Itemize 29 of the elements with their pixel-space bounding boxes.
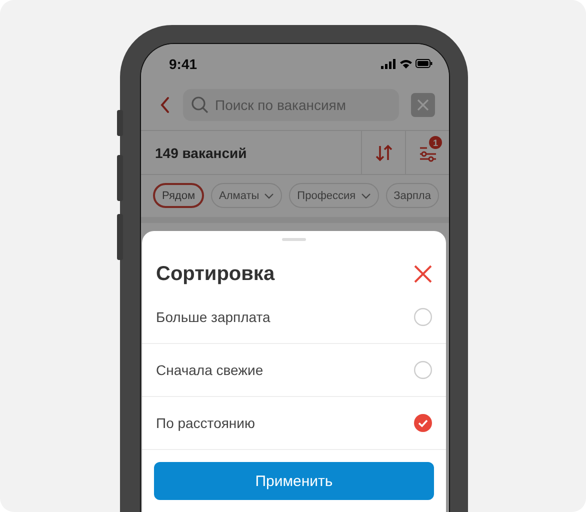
status-icons — [381, 58, 433, 70]
radio-checked[interactable] — [414, 414, 432, 432]
option-label: Сначала свежие — [156, 362, 264, 378]
filter-chip[interactable]: Алматы — [211, 183, 282, 208]
radio-button[interactable] — [414, 361, 432, 379]
vacancy-count: 149 вакансий — [155, 144, 248, 160]
option-label: По расстоянию — [156, 415, 255, 431]
sort-option[interactable]: Сначала свежие — [142, 344, 446, 397]
close-icon[interactable] — [414, 265, 432, 283]
drag-handle[interactable] — [282, 238, 306, 241]
sheet-title: Сортировка — [156, 262, 275, 286]
filter-chip[interactable]: Рядом — [153, 183, 204, 208]
filter-chip[interactable]: Профессия — [289, 183, 379, 208]
radio-button[interactable] — [414, 308, 432, 326]
filter-chip[interactable]: Зарпла — [386, 183, 439, 208]
close-icon — [416, 98, 430, 112]
filter-count-badge: 1 — [429, 136, 442, 149]
sort-icon — [374, 144, 392, 162]
search-field[interactable]: Поиск по вакансиям — [183, 89, 399, 121]
back-icon[interactable] — [159, 96, 171, 114]
sort-option[interactable]: Больше зарплата — [142, 291, 446, 344]
option-label: Больше зарплата — [156, 309, 270, 325]
filter-button[interactable]: 1 — [405, 131, 449, 174]
clear-button[interactable] — [411, 93, 435, 117]
chevron-down-icon — [360, 192, 371, 198]
apply-button[interactable]: Применить — [154, 462, 434, 500]
chevron-down-icon — [264, 192, 274, 198]
sort-option[interactable]: По расстоянию — [142, 397, 446, 450]
status-time: 9:41 — [169, 56, 198, 72]
